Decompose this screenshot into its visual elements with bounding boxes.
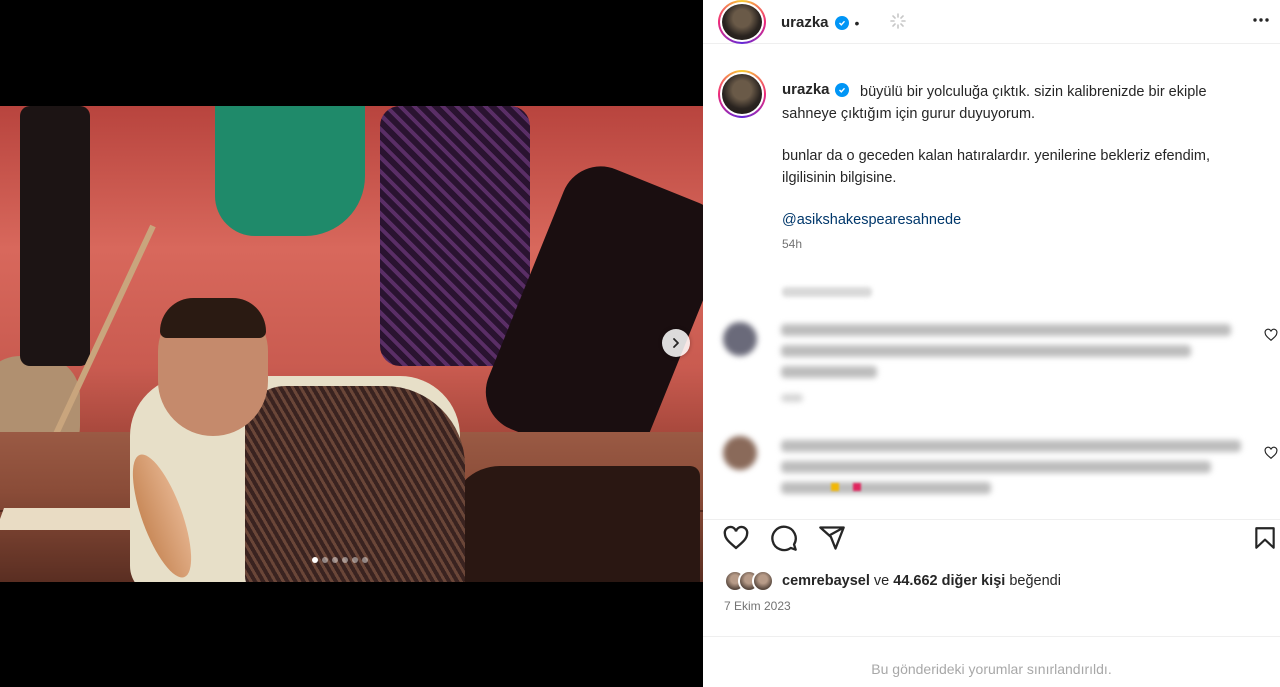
caption-paragraph: bunlar da o geceden kalan hatıralardır. … [782, 148, 1211, 186]
liker-avatars[interactable] [724, 570, 774, 592]
post-date: 7 Ekim 2023 [724, 599, 791, 613]
carousel-dot [352, 557, 358, 563]
chevron-right-icon [673, 338, 679, 348]
username-link[interactable]: urazka [781, 14, 829, 31]
likes-count-link[interactable]: 44.662 diğer kişi [893, 573, 1005, 589]
heart-icon[interactable] [1264, 446, 1278, 460]
carousel-dot [332, 557, 338, 563]
comment-icon[interactable] [770, 524, 798, 552]
caption-text: büyülü bir yolculuğa çıktık. sizin kalib… [782, 81, 1262, 251]
carousel-next-button[interactable] [662, 329, 690, 357]
blurred-comment-line [781, 345, 1191, 357]
header-separator: • [854, 14, 860, 31]
heart-icon[interactable] [1264, 328, 1278, 342]
bookmark-icon[interactable] [1252, 524, 1278, 552]
blurred-comment-line [781, 440, 1241, 452]
likes-summary: cemrebaysel ve 44.662 diğer kişi beğendi [724, 570, 1061, 592]
blurred-emoji [831, 483, 839, 491]
comments-restricted-notice: Bu gönderideki yorumlar sınırlandırıldı. [703, 636, 1280, 687]
blurred-comment-line [781, 366, 877, 378]
comment-avatar [723, 436, 757, 470]
carousel-dot [322, 557, 328, 563]
caption-avatar[interactable] [718, 70, 766, 118]
avatar-image [720, 72, 764, 116]
comment-avatar [723, 322, 757, 356]
verified-badge-icon [834, 15, 849, 30]
loading-spinner-icon [890, 13, 906, 29]
share-icon[interactable] [818, 524, 846, 552]
photo-chair [215, 106, 365, 236]
post-actions [703, 519, 1280, 559]
avatar [752, 570, 774, 592]
carousel-dot [362, 557, 368, 563]
photo-background-figure [20, 106, 90, 366]
avatar-image [720, 2, 764, 42]
mention-link[interactable]: @asikshakespearesahnede [782, 212, 961, 228]
post-media [0, 0, 703, 687]
liker-username-link[interactable]: cemrebaysel [782, 573, 870, 589]
caption-timestamp: 54h [782, 237, 803, 251]
photo-actor-hair [160, 298, 266, 338]
blurred-label [782, 287, 872, 297]
carousel-dot [342, 557, 348, 563]
carousel-dot [312, 557, 318, 563]
photo-actor-vest [245, 386, 465, 582]
carousel-indicator [312, 557, 368, 563]
blurred-comment-line [781, 461, 1211, 473]
post-photo[interactable] [0, 106, 703, 582]
photo-actor-legs [450, 466, 700, 582]
blurred-comment-meta [781, 394, 803, 402]
likes-suffix: beğendi [1009, 573, 1061, 589]
likes-connector: ve [873, 573, 890, 589]
blurred-emoji [853, 483, 861, 491]
caption-paragraph: büyülü bir yolculuğa çıktık. sizin kalib… [782, 84, 1207, 122]
blurred-comment-line [781, 482, 991, 494]
more-options-icon[interactable] [1251, 10, 1271, 35]
heart-icon[interactable] [722, 524, 750, 552]
avatar[interactable] [718, 0, 766, 44]
header-user: urazka • [781, 14, 859, 31]
blurred-comment-line [781, 324, 1231, 336]
post-side-panel: urazka • urazka büyülü bir yolculuğa çık… [703, 0, 1280, 687]
post-header: urazka • [703, 0, 1280, 44]
